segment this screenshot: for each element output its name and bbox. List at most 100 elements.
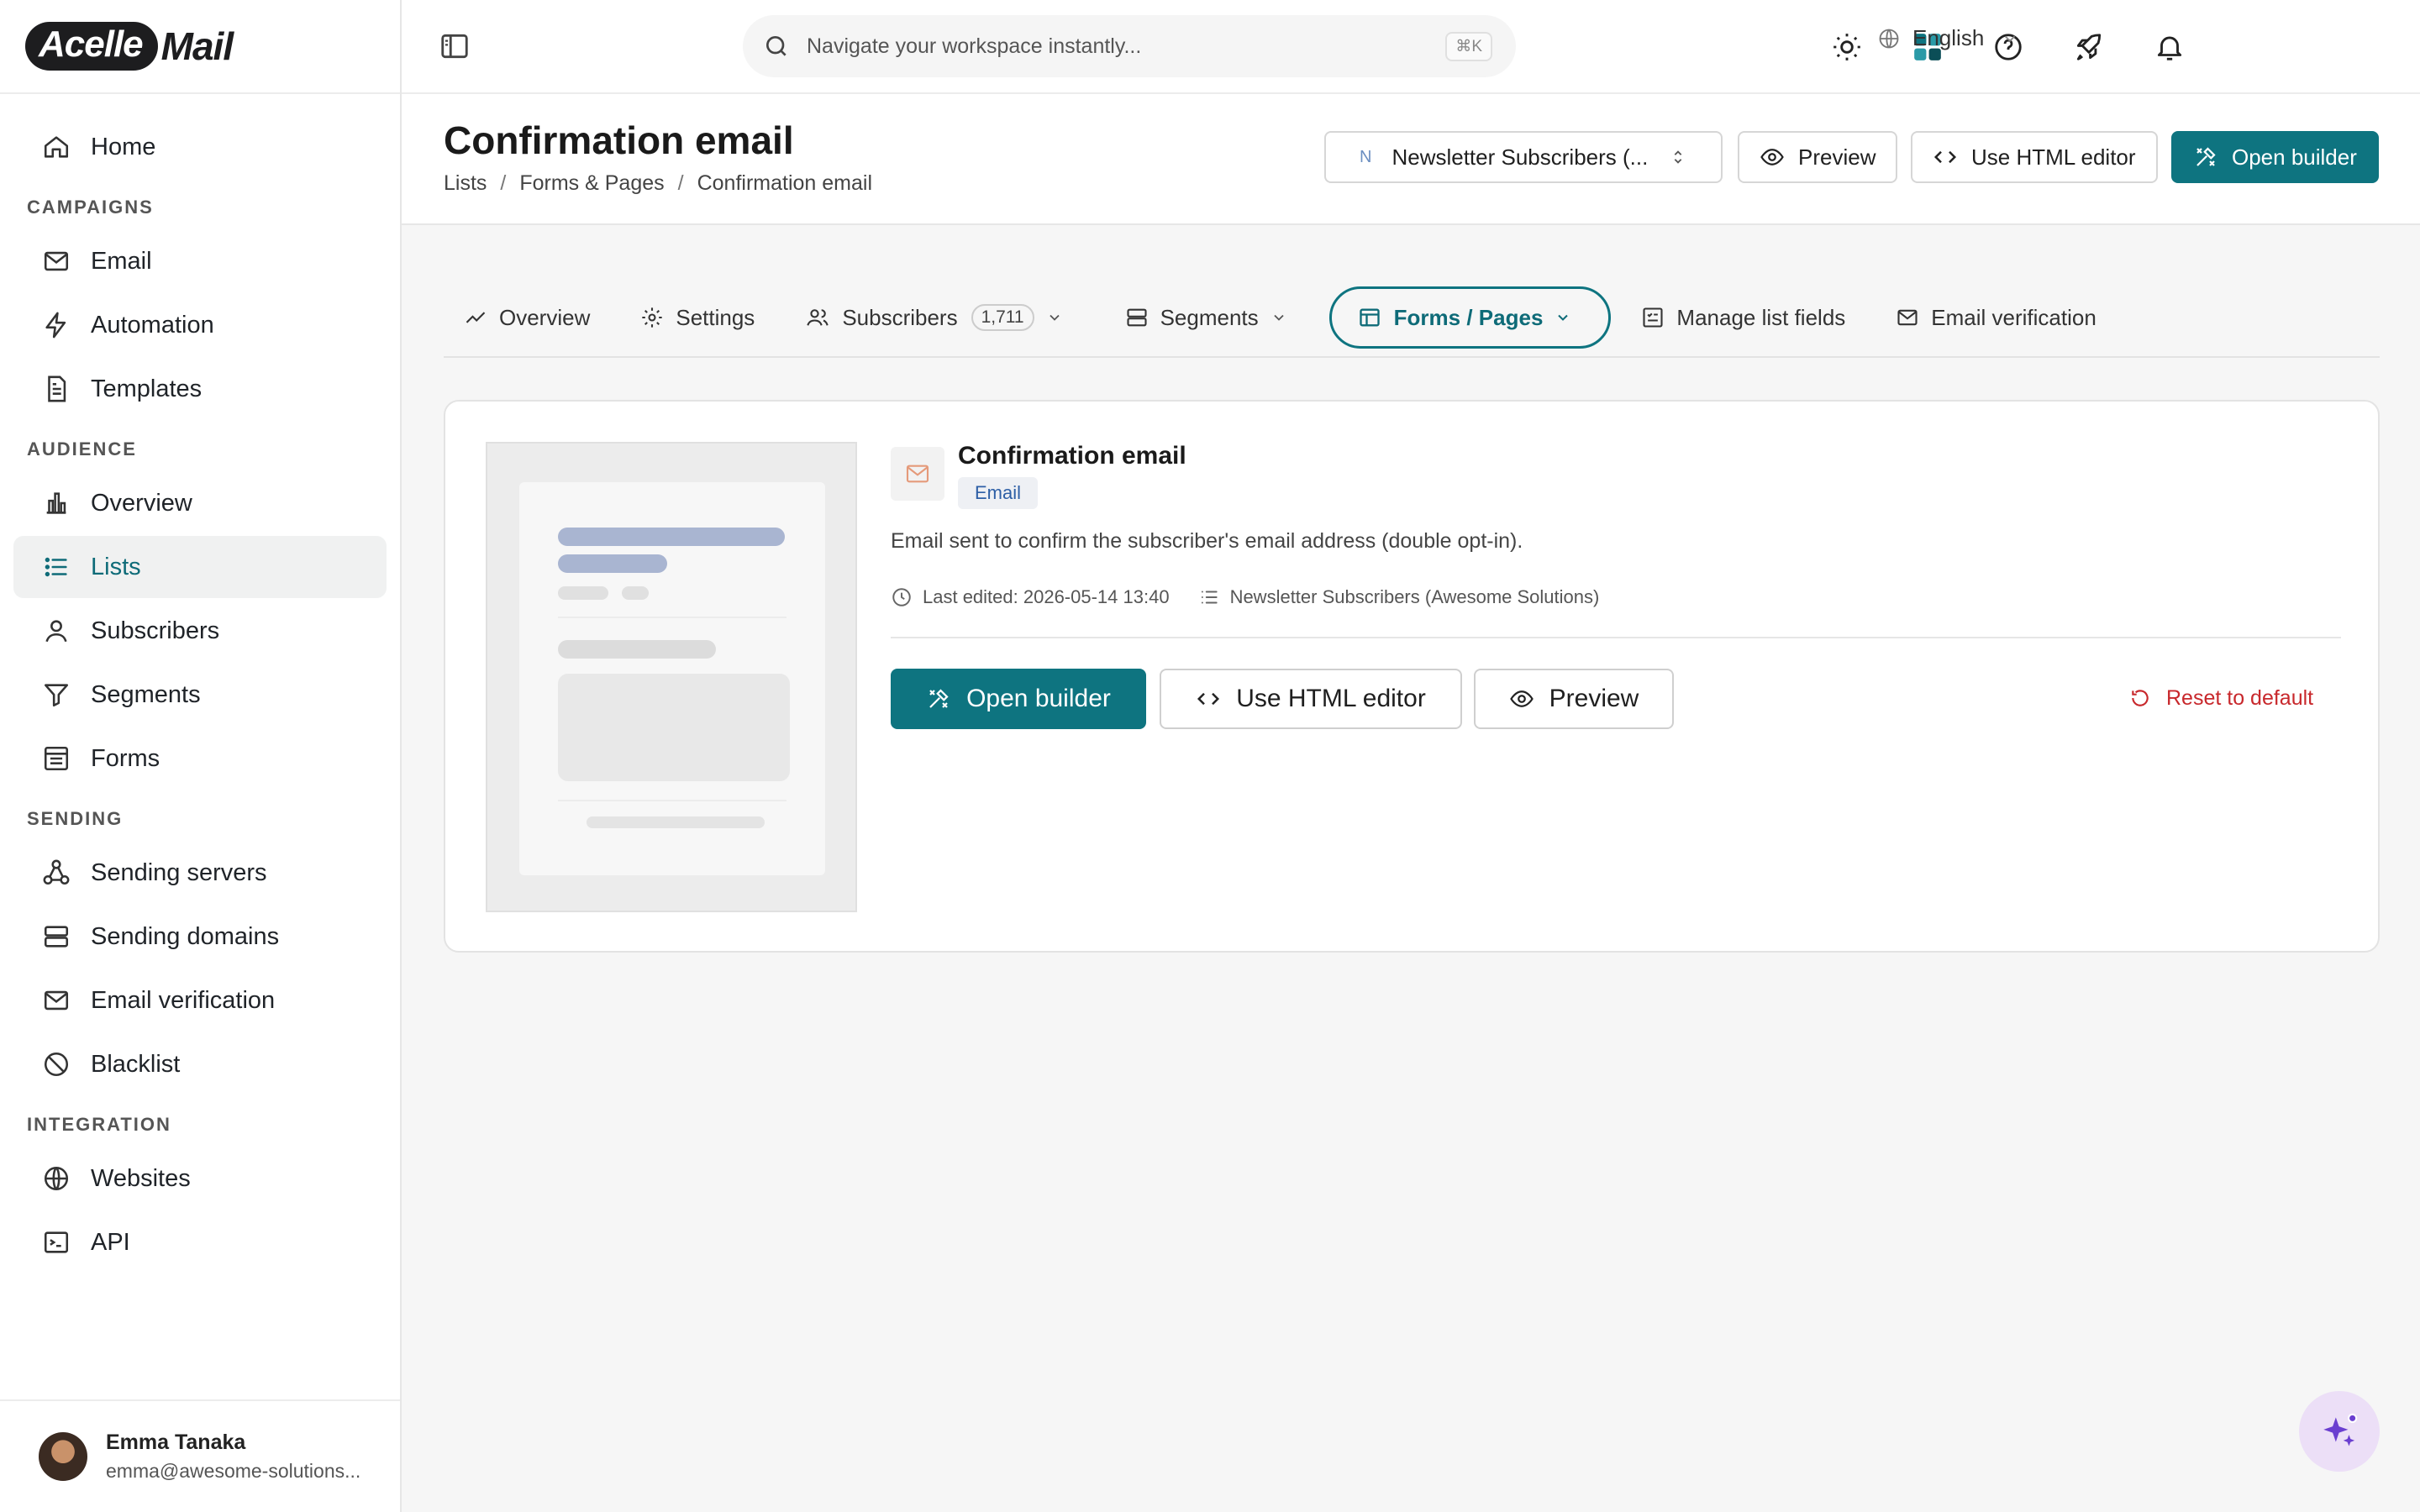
sidebar-item-label: Blacklist [91,1050,181,1078]
tab-label: Overview [499,304,591,330]
sidebar-item-forms[interactable]: Forms [13,727,387,790]
tab-segments[interactable]: Segments [1105,286,1319,349]
list-selector[interactable]: N Newsletter Subscribers (... [1324,131,1723,183]
mail-icon [40,245,72,277]
language-label: English [1912,25,1985,50]
tab-forms-pages[interactable]: Forms / Pages [1328,286,1612,349]
section-audience: AUDIENCE [27,438,137,459]
breadcrumb-current: Confirmation email [697,171,873,195]
logo[interactable]: Acelle Mail [25,22,234,71]
tab-manage-list-fields[interactable]: Manage list fields [1621,286,1865,349]
sidebar-toggle-button[interactable] [439,30,472,64]
sidebar-item-label: Home [91,133,156,160]
sidebar-item-email-verification[interactable]: Email verification [13,969,387,1032]
sidebar-item-lists[interactable]: Lists [13,536,387,598]
theme-toggle-button[interactable] [1828,24,1865,71]
sidebar: Acelle Mail Home CAMPAIGNS Email Automat… [0,0,402,1512]
user-info: Emma Tanaka emma@awesome-solutions... [106,1431,360,1483]
sidebar-item-automation[interactable]: Automation [13,294,387,356]
user-profile[interactable]: Emma Tanaka emma@awesome-solutions... [0,1399,400,1512]
html-editor-button[interactable]: Use HTML editor [1160,669,1462,729]
list-tabs: Overview Settings Subscribers 1,711 Segm… [444,279,2380,358]
thumbnail-block [558,674,790,781]
logo-area: Acelle Mail [0,0,400,94]
sidebar-item-sending-servers[interactable]: Sending servers [13,842,387,904]
template-title: Confirmation email [958,442,1186,470]
page-header: Confirmation email Lists / Forms & Pages… [402,94,2420,225]
tab-label: Manage list fields [1676,304,1846,330]
rocket-icon [2076,34,2102,60]
language-selector[interactable]: English [1877,25,2019,51]
tab-email-verification[interactable]: Email verification [1876,286,2117,349]
code-icon [1197,692,1220,706]
sidebar-item-label: Automation [91,311,214,339]
sidebar-item-label: Email [91,247,152,275]
thumbnail-line [622,586,649,600]
tab-label: Subscribers [842,304,958,330]
sidebar-item-home[interactable]: Home [13,116,387,178]
sidebar-item-websites[interactable]: Websites [13,1147,387,1210]
terminal-icon [40,1226,72,1258]
sidebar-item-templates[interactable]: Templates [13,358,387,420]
tab-overview[interactable]: Overview [444,286,610,349]
list-selector-value: Newsletter Subscribers (... [1392,144,1649,170]
sidebar-item-sending-domains[interactable]: Sending domains [13,906,387,968]
server-icon [40,921,72,953]
chevron-down-icon [1558,314,1569,321]
thumbnail-line [558,528,785,546]
breadcrumb-forms-pages[interactable]: Forms & Pages [519,171,664,196]
sidebar-item-api[interactable]: API [13,1211,387,1273]
globe-icon [40,1163,72,1194]
list-initial: N [1360,147,1372,166]
avatar [39,1432,87,1481]
page-title: Confirmation email [444,118,794,162]
email-template-card: Confirmation email Email Email sent to c… [444,400,2380,953]
preview-button[interactable]: Preview [1474,669,1674,729]
thumbnail-line [558,586,608,600]
globe-icon [1879,29,1899,48]
last-edited: Last edited: 2026-05-14 13:40 [923,586,1170,607]
sidebar-item-subscribers[interactable]: Subscribers [13,600,387,662]
code-icon [1933,150,1957,164]
template-thumbnail[interactable] [486,442,857,912]
tab-settings[interactable]: Settings [620,286,775,349]
breadcrumb-lists[interactable]: Lists [444,171,487,196]
sidebar-item-label: Overview [91,489,192,517]
lightning-icon [40,309,72,341]
search-bar[interactable]: Navigate your workspace instantly... ⌘K [743,15,1516,77]
segments-icon [1127,308,1147,327]
template-list-name: Newsletter Subscribers (Awesome Solution… [1229,586,1600,607]
sidebar-item-overview[interactable]: Overview [13,472,387,534]
notifications-button[interactable] [2151,24,2188,71]
shortcut-hint: ⌘K [1445,32,1492,61]
form-icon [40,743,72,774]
tab-subscribers[interactable]: Subscribers 1,711 [785,286,1094,349]
sidebar-item-blacklist[interactable]: Blacklist [13,1033,387,1095]
search-input[interactable]: Navigate your workspace instantly... [807,34,1141,59]
ai-assistant-button[interactable] [2299,1391,2380,1472]
reset-icon [2132,690,2149,706]
sidebar-item-label: Email verification [91,986,276,1014]
sidebar-item-email[interactable]: Email [13,230,387,292]
breadcrumb: Lists / Forms & Pages / Confirmation ema… [444,171,872,196]
sidebar-toggle-icon [441,34,468,59]
sidebar-item-segments[interactable]: Segments [13,664,387,726]
tab-label: Segments [1160,304,1259,330]
template-description: Email sent to confirm the subscriber's e… [891,529,1523,553]
user-icon [40,615,72,647]
checklist-icon [1643,307,1663,328]
rocket-button[interactable] [2070,24,2107,71]
tab-label: Email verification [1931,304,2096,330]
gear-icon [642,307,663,328]
thumbnail-line [587,816,765,828]
document-icon [40,373,72,405]
bell-icon [2157,36,2182,60]
open-builder-button[interactable]: Open builder [891,669,1146,729]
logo-acelle: Acelle [25,22,158,71]
header-html-editor-button[interactable]: Use HTML editor [1911,131,2158,183]
header-open-builder-button[interactable]: Open builder [2171,131,2379,183]
reset-to-default-button[interactable]: Reset to default [2129,677,2313,719]
thumbnail-line [558,640,716,659]
breadcrumb-separator: / [677,171,684,195]
header-preview-button[interactable]: Preview [1738,131,1898,183]
